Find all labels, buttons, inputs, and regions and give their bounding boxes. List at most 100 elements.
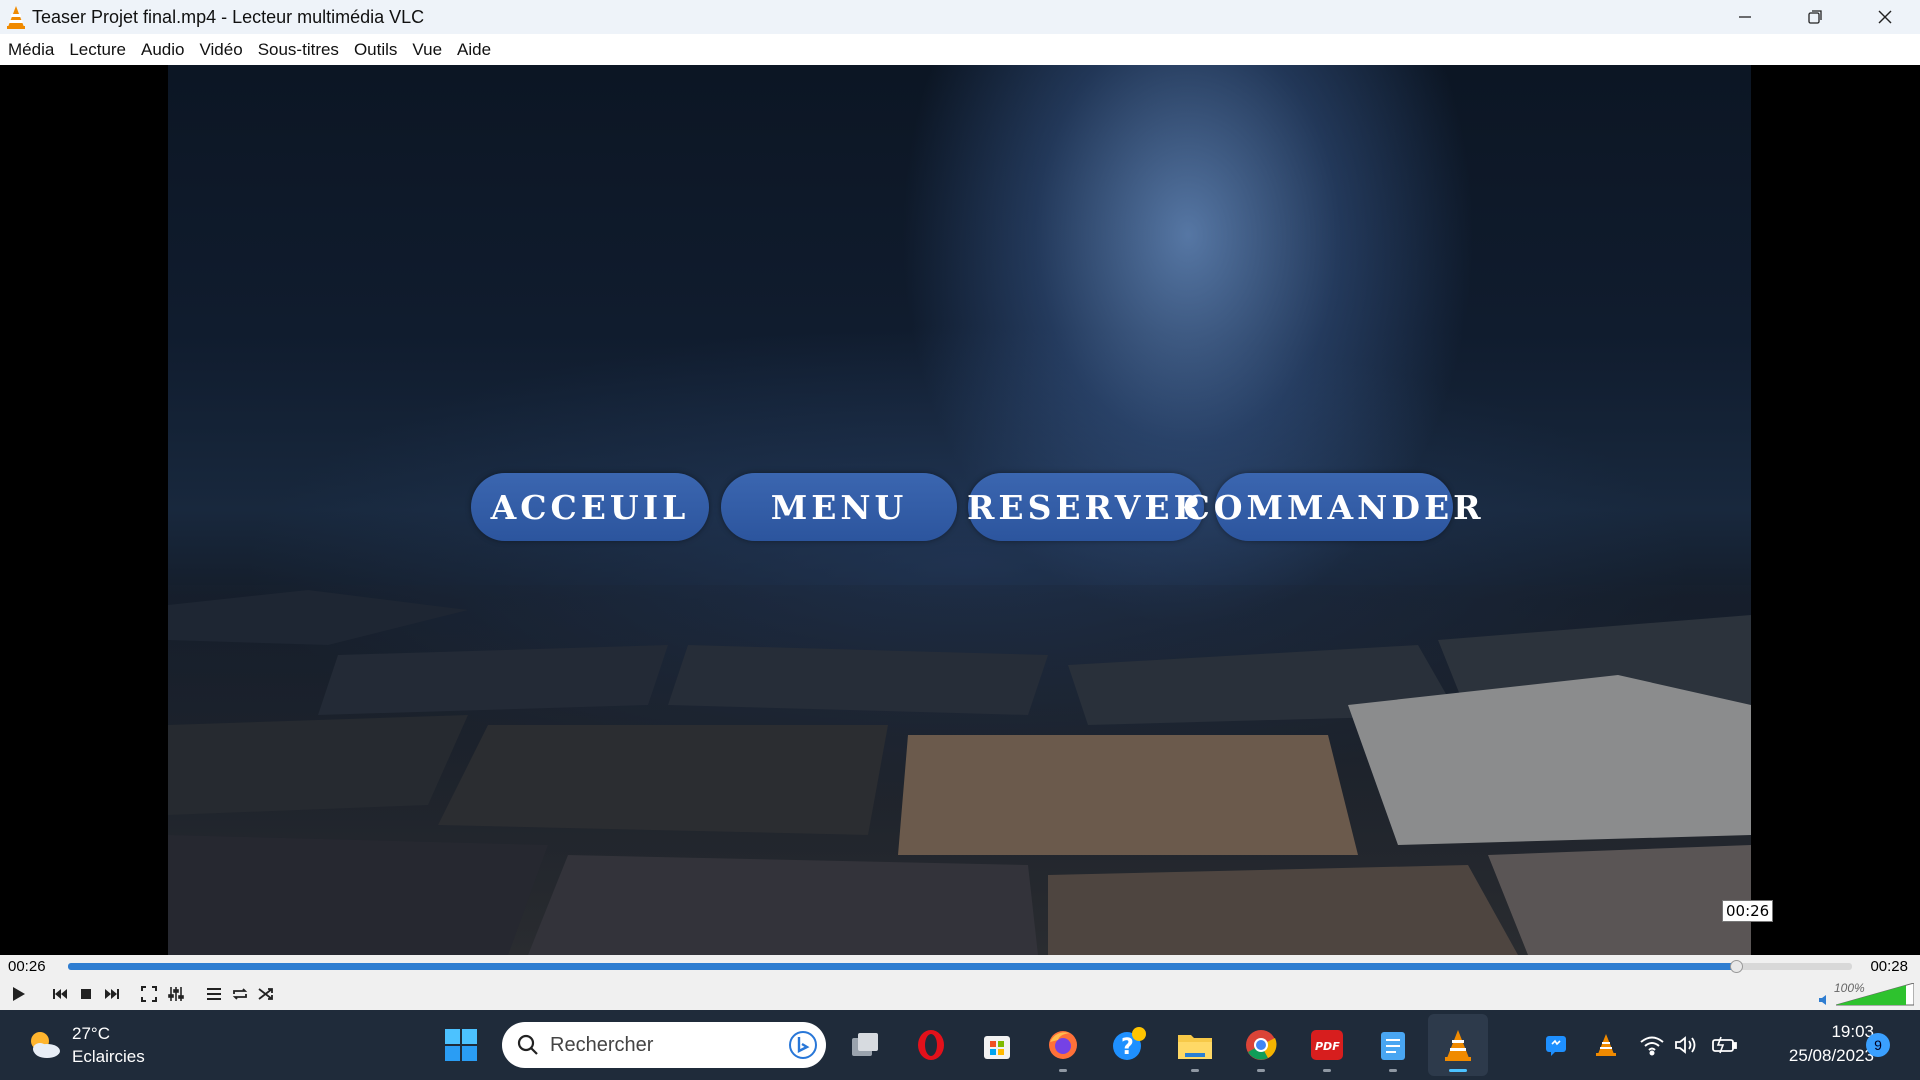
seek-slider[interactable] xyxy=(68,960,1852,973)
vlc-cone-icon xyxy=(7,6,25,29)
taskbar-store[interactable] xyxy=(977,1025,1017,1065)
volume-slider[interactable] xyxy=(1836,983,1914,1007)
pdf-icon: PDF xyxy=(1311,1030,1343,1060)
menu-media[interactable]: Média xyxy=(8,40,54,60)
seek-time-tooltip: 00:26 xyxy=(1722,900,1774,922)
menu-tools[interactable]: Outils xyxy=(354,40,397,60)
chrome-icon xyxy=(1246,1030,1277,1060)
title-bar: Teaser Projet final.mp4 - Lecteur multim… xyxy=(0,0,1920,34)
taskbar: 27°C Eclaircies Rechercher ? PDF 19:03 2… xyxy=(0,1010,1920,1080)
cobblestone-floor xyxy=(168,585,1751,955)
tray-battery[interactable] xyxy=(1704,1025,1744,1065)
video-button-commander: COMMANDER xyxy=(1183,473,1481,541)
menu-video[interactable]: Vidéo xyxy=(200,40,243,60)
video-area[interactable]: ACCEUIL MENU RESERVER COMMANDER 00:26 xyxy=(0,65,1920,955)
tray-messenger[interactable] xyxy=(1536,1025,1576,1065)
seek-progress xyxy=(68,963,1737,970)
store-icon xyxy=(984,1036,1010,1059)
wifi-icon xyxy=(1640,1036,1664,1056)
taskbar-file-explorer[interactable] xyxy=(1175,1025,1215,1072)
taskbar-notepad[interactable] xyxy=(1373,1025,1413,1072)
svg-text:?: ? xyxy=(1121,1035,1134,1060)
tray-vlc[interactable] xyxy=(1586,1025,1626,1065)
close-icon xyxy=(1878,10,1892,24)
play-button[interactable] xyxy=(6,982,30,1006)
vlc-cone-icon xyxy=(1596,1034,1616,1056)
stop-icon xyxy=(81,989,91,999)
firefox-icon xyxy=(1049,1031,1077,1059)
shuffle-button[interactable] xyxy=(254,982,278,1006)
playlist-button[interactable] xyxy=(202,982,226,1006)
task-view-button[interactable] xyxy=(845,1025,885,1065)
running-indicator xyxy=(1323,1069,1331,1072)
vlc-cone-icon xyxy=(1445,1030,1471,1061)
menu-help[interactable]: Aide xyxy=(457,40,491,60)
tray-volume[interactable] xyxy=(1666,1025,1706,1065)
video-button-reserver: RESERVER xyxy=(967,473,1204,541)
playback-controls: 100% xyxy=(0,979,1920,1010)
menu-view[interactable]: Vue xyxy=(412,40,442,60)
volume-icon xyxy=(1675,1036,1696,1054)
next-button[interactable] xyxy=(100,982,124,1006)
loop-icon xyxy=(232,988,248,1000)
seek-handle[interactable] xyxy=(1730,960,1744,973)
running-indicator xyxy=(1257,1069,1265,1072)
taskbar-firefox[interactable] xyxy=(1043,1025,1083,1072)
active-indicator xyxy=(1449,1069,1467,1072)
weather-widget[interactable]: 27°C Eclaircies xyxy=(26,1022,145,1068)
volume-control[interactable]: 100% xyxy=(1818,981,1914,1007)
total-time: 00:28 xyxy=(1870,958,1908,975)
speaker-icon xyxy=(1819,995,1826,1005)
fullscreen-icon xyxy=(141,986,157,1002)
equalizer-icon xyxy=(168,987,184,1001)
restore-button[interactable] xyxy=(1780,0,1850,34)
taskbar-chrome[interactable] xyxy=(1241,1025,1281,1072)
weather-temperature: 27°C xyxy=(72,1024,110,1043)
taskbar-help[interactable]: ? xyxy=(1109,1025,1149,1065)
running-indicator xyxy=(1191,1069,1199,1072)
windows-logo-icon xyxy=(445,1029,477,1061)
close-button[interactable] xyxy=(1850,0,1920,34)
play-icon xyxy=(13,987,25,1001)
search-placeholder: Rechercher xyxy=(550,1033,654,1056)
notification-badge[interactable]: 9 xyxy=(1866,1033,1890,1057)
menu-subtitles[interactable]: Sous-titres xyxy=(258,40,339,60)
notepad-icon xyxy=(1381,1032,1405,1060)
svg-text:PDF: PDF xyxy=(1315,1040,1340,1053)
task-view-icon xyxy=(852,1033,878,1056)
seek-bar-row: 00:26 00:28 xyxy=(0,955,1920,979)
restore-icon xyxy=(1808,10,1822,24)
taskbar-opera[interactable] xyxy=(911,1025,951,1065)
partly-cloudy-icon xyxy=(31,1032,60,1058)
next-icon xyxy=(105,989,119,999)
start-button[interactable] xyxy=(441,1025,481,1065)
search-icon xyxy=(517,1034,538,1055)
window-title: Teaser Projet final.mp4 - Lecteur multim… xyxy=(32,6,425,27)
stop-button[interactable] xyxy=(74,982,98,1006)
chat-icon xyxy=(1546,1036,1566,1056)
clock-time: 19:03 xyxy=(1831,1022,1874,1041)
extended-settings-button[interactable] xyxy=(164,982,188,1006)
minimize-button[interactable] xyxy=(1710,0,1780,34)
weather-description: Eclaircies xyxy=(72,1047,145,1066)
system-clock[interactable]: 19:03 25/08/2023 xyxy=(1762,1020,1874,1068)
video-button-acceuil: ACCEUIL xyxy=(471,473,709,541)
folder-icon xyxy=(1178,1035,1212,1059)
bing-icon xyxy=(789,1031,817,1059)
previous-button[interactable] xyxy=(48,982,72,1006)
playlist-icon xyxy=(207,988,221,1000)
video-button-menu: MENU xyxy=(721,473,957,541)
taskbar-vlc[interactable] xyxy=(1438,1025,1478,1072)
window-controls xyxy=(1710,0,1920,34)
fullscreen-button[interactable] xyxy=(137,982,161,1006)
previous-icon xyxy=(53,989,67,999)
taskbar-pdf[interactable]: PDF xyxy=(1307,1025,1347,1072)
taskbar-search[interactable]: Rechercher xyxy=(502,1022,826,1068)
menu-lecture[interactable]: Lecture xyxy=(69,40,126,60)
running-indicator xyxy=(1389,1069,1397,1072)
clock-date: 25/08/2023 xyxy=(1788,1046,1874,1065)
minimize-icon xyxy=(1739,16,1751,18)
menu-audio[interactable]: Audio xyxy=(141,40,184,60)
loop-button[interactable] xyxy=(228,982,252,1006)
help-icon: ? xyxy=(1113,1027,1146,1060)
